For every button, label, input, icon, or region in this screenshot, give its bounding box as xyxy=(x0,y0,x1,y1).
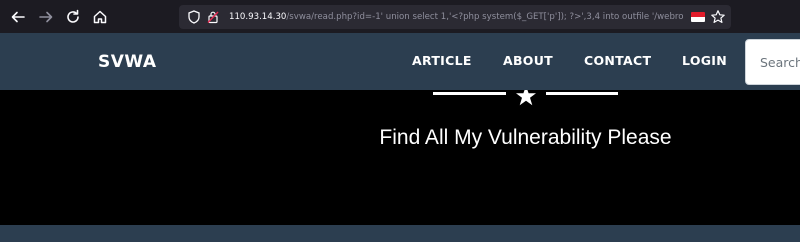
divider-line-left xyxy=(433,92,506,95)
url-text[interactable]: 110.93.14.30/svwa/read.php?id=-1' union … xyxy=(229,10,684,24)
masthead-subtitle: Find All My Vulnerability Please xyxy=(379,126,672,149)
site-navbar: SVWA ARTICLE ABOUT CONTACT LOGIN Search xyxy=(0,33,800,90)
forward-button[interactable] xyxy=(37,8,55,26)
home-icon xyxy=(93,10,107,24)
divider-line-right xyxy=(546,92,618,95)
lock-icon[interactable] xyxy=(206,10,220,24)
url-bar[interactable]: 110.93.14.30/svwa/read.php?id=-1' union … xyxy=(179,5,731,29)
search-input[interactable]: Search xyxy=(745,39,800,85)
url-path: /svwa/read.php?id=-1' union select 1,'<?… xyxy=(286,12,684,22)
nav-link-about[interactable]: ABOUT xyxy=(503,53,553,68)
home-button[interactable] xyxy=(91,8,109,26)
browser-toolbar: 110.93.14.30/svwa/read.php?id=-1' union … xyxy=(0,0,800,33)
star-icon xyxy=(516,90,536,106)
language-flag-icon[interactable] xyxy=(691,12,705,22)
nav-link-article[interactable]: ARTICLE xyxy=(412,53,472,68)
reload-button[interactable] xyxy=(64,8,82,26)
section-strip xyxy=(0,225,800,242)
bookmark-star-icon[interactable] xyxy=(710,9,726,25)
nav-link-contact[interactable]: CONTACT xyxy=(584,53,651,68)
url-host: 110.93.14.30 xyxy=(229,12,287,22)
arrow-left-icon xyxy=(11,11,25,23)
reload-icon xyxy=(67,9,79,23)
back-button[interactable] xyxy=(9,8,27,26)
arrow-right-icon xyxy=(39,11,53,23)
site-brand[interactable]: SVWA xyxy=(98,52,157,72)
nav-link-login[interactable]: LOGIN xyxy=(682,53,727,68)
shield-icon[interactable] xyxy=(187,10,201,24)
masthead: Find All My Vulnerability Please xyxy=(0,90,800,225)
